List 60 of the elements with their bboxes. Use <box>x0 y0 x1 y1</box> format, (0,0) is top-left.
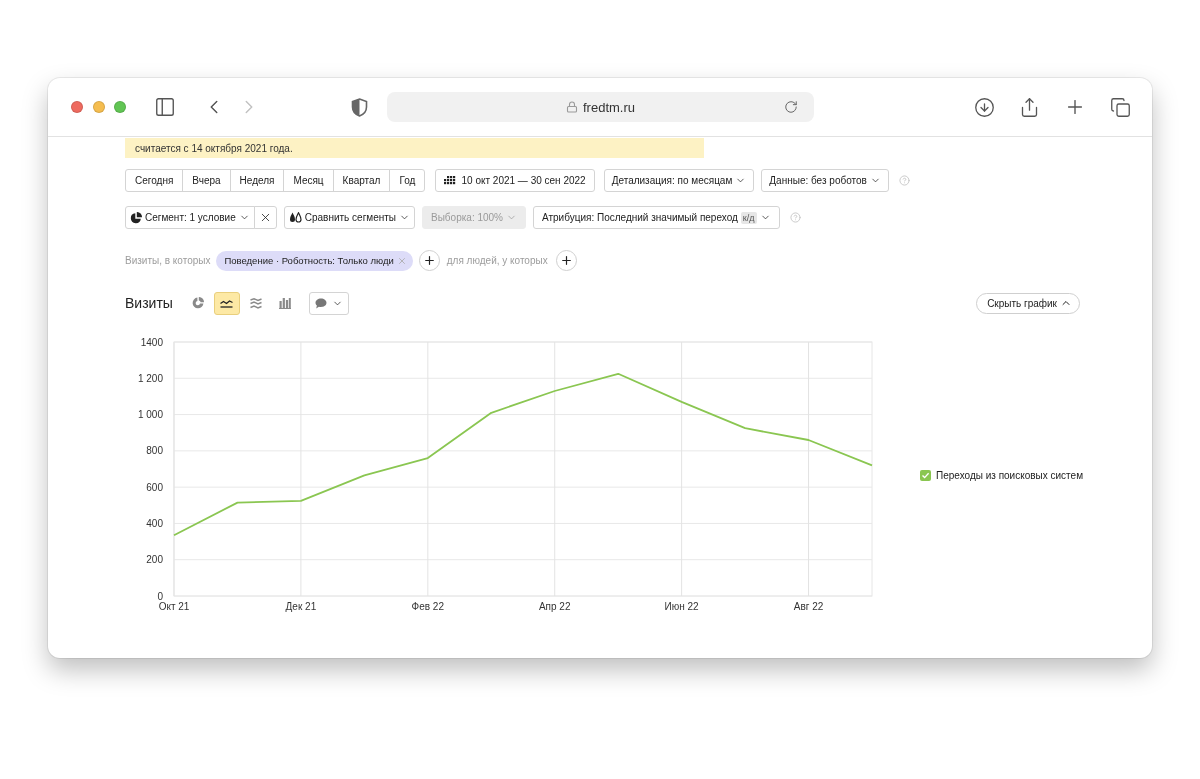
y-axis-label: 1 000 <box>137 409 163 421</box>
hide-chart-button[interactable]: Скрыть график <box>976 292 1080 314</box>
legend-label: Переходы из поисковых систем <box>936 469 1083 481</box>
model-badge: к/д <box>740 211 757 224</box>
attribution-dropdown[interactable]: Атрибуция: Последний значимый переход к/д <box>533 206 780 229</box>
pie-chart-icon <box>191 297 204 309</box>
x-axis-label: Дек 21 <box>285 601 317 612</box>
add-condition-button[interactable] <box>418 250 440 271</box>
wavy-lines-icon <box>249 297 262 309</box>
address-bar[interactable]: fredtm.ru <box>387 92 814 122</box>
pie-chart-icon <box>130 211 142 224</box>
speech-bubble-icon <box>314 297 327 309</box>
x-axis-label: Июн 22 <box>664 601 699 612</box>
plus-icon <box>559 254 573 267</box>
line-chart-icon <box>220 298 234 308</box>
chart-type-button[interactable] <box>213 291 240 315</box>
period-button[interactable]: Сегодня <box>125 169 184 192</box>
sidebar-icon[interactable] <box>154 96 176 118</box>
y-axis-label: 200 <box>146 554 163 566</box>
chart-title: Визиты <box>125 295 173 311</box>
period-button[interactable]: Месяц <box>283 169 334 192</box>
x-axis-label: Окт 21 <box>158 601 190 612</box>
period-button[interactable]: Год <box>389 169 426 192</box>
y-axis-label: 0 <box>157 590 163 602</box>
lock-icon <box>566 101 578 113</box>
bar-chart-icon <box>278 297 291 309</box>
droplets-icon <box>288 212 302 223</box>
shield-icon[interactable] <box>351 97 368 117</box>
reload-icon[interactable] <box>784 100 798 114</box>
close-button[interactable] <box>71 101 83 113</box>
y-axis-label: 600 <box>146 481 163 493</box>
filter-chip[interactable]: Поведение · Роботность: Только люди <box>216 250 413 271</box>
x-axis-label: Апр 22 <box>538 601 571 612</box>
segment-button[interactable]: Сегмент: 1 условие <box>125 206 255 229</box>
calendar-icon <box>444 176 456 185</box>
date-range-button[interactable]: 10 окт 2021 — 30 сен 2022 <box>435 169 595 192</box>
zoom-button[interactable] <box>114 101 126 113</box>
y-axis-label: 1400 <box>140 336 163 348</box>
clear-segment-button[interactable] <box>253 206 277 229</box>
x-axis-label: Фев 22 <box>411 601 444 612</box>
notice-banner: считается с 14 октября 2021 года. <box>125 138 704 158</box>
legend-checkbox[interactable] <box>920 469 931 481</box>
y-axis-label: 1 200 <box>137 372 163 384</box>
comments-dropdown[interactable] <box>308 291 349 315</box>
plus-icon <box>422 254 436 267</box>
period-button[interactable]: Вчера <box>182 169 231 192</box>
dropdown-button[interactable]: Данные: без роботов <box>761 169 889 192</box>
filter-label: для людей, у которых <box>446 255 548 266</box>
dropdown-button[interactable]: Детализация: по месяцам <box>603 169 755 192</box>
x-axis-label: Авг 22 <box>793 601 824 612</box>
download-icon[interactable] <box>974 96 995 118</box>
period-button[interactable]: Квартал <box>332 169 391 192</box>
add-condition-button[interactable] <box>555 250 577 271</box>
y-axis-label: 400 <box>146 517 163 529</box>
compare-segments-button[interactable]: Сравнить сегменты <box>283 206 415 229</box>
period-button[interactable]: Неделя <box>229 169 285 192</box>
share-icon[interactable] <box>1019 96 1040 118</box>
overlapping-squares-icon[interactable] <box>1110 96 1131 118</box>
y-axis-label: 800 <box>146 445 163 457</box>
filter-label: Визиты, в которых <box>125 255 211 266</box>
